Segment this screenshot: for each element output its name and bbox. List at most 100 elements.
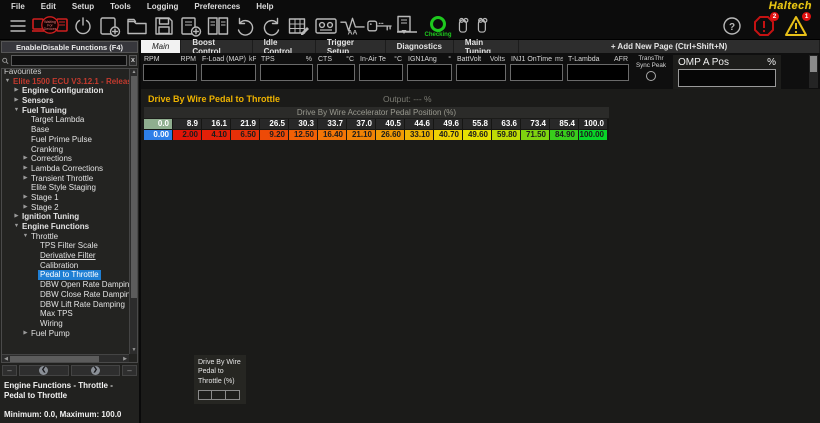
waveform-icon[interactable]: AA	[339, 13, 366, 39]
undo-icon[interactable]	[231, 13, 258, 39]
tab-diagnostics[interactable]: Diagnostics	[386, 40, 453, 53]
tree-item-throttle[interactable]: ▼Throttle	[2, 232, 129, 242]
compare-pages-icon[interactable]	[204, 13, 231, 39]
value-cell[interactable]: 9.20	[260, 130, 288, 140]
waiting-for-devices-icon[interactable]: WaitingForDevices	[31, 13, 69, 39]
scroll-right-icon[interactable]: ▶	[121, 355, 129, 363]
new-page-icon[interactable]	[96, 13, 123, 39]
tree-item-base[interactable]: Base	[2, 125, 129, 135]
axis-cell[interactable]: 40.5	[376, 119, 404, 129]
mini-table-cell[interactable]	[198, 390, 212, 400]
value-cell[interactable]: 33.10	[405, 130, 433, 140]
axis-cell[interactable]: 30.3	[289, 119, 317, 129]
tree-collapsed-icon[interactable]: ▶	[13, 86, 20, 96]
value-cell[interactable]: 59.80	[492, 130, 520, 140]
gauge-tps[interactable]: TPS%	[260, 55, 313, 89]
send-to-device-icon[interactable]	[393, 13, 420, 39]
gauge-cts[interactable]: CTS°C	[317, 55, 355, 89]
menu-file[interactable]: File	[3, 2, 33, 11]
export-file-icon[interactable]	[177, 13, 204, 39]
gauge-battvolt[interactable]: BattVoltVolts	[456, 55, 506, 89]
axis-cell[interactable]: 49.6	[434, 119, 462, 129]
tab-trigger-setup[interactable]: Trigger Setup	[316, 40, 385, 53]
tree-item-corrections[interactable]: ▶Corrections	[2, 154, 129, 164]
tree-item-max-tps[interactable]: Max TPS	[2, 309, 129, 319]
tree-item-engine-configuration[interactable]: ▶Engine Configuration	[2, 86, 129, 96]
axis-cell[interactable]: 26.5	[260, 119, 288, 129]
tab-idle-control[interactable]: Idle Control	[253, 40, 315, 53]
value-cell[interactable]: 6.50	[231, 130, 259, 140]
tree-item-engine-functions[interactable]: ▼Engine Functions	[2, 222, 129, 232]
mini-table-cell[interactable]	[212, 390, 226, 400]
search-input[interactable]	[11, 55, 127, 66]
stop-alert-icon[interactable]: 2	[752, 14, 776, 38]
menu-setup[interactable]: Setup	[64, 2, 102, 11]
gauge-in-air-te[interactable]: In-Air Te°C	[359, 55, 403, 89]
mini-table-cell[interactable]	[226, 390, 240, 400]
value-cell[interactable]: 84.90	[550, 130, 578, 140]
tree-item-sensors[interactable]: ▶Sensors	[2, 96, 129, 106]
checking-status-icon[interactable]: Checking	[420, 13, 456, 39]
navigate-back-button[interactable]: ❮	[19, 365, 69, 376]
tree-collapsed-icon[interactable]: ▶	[22, 174, 29, 184]
tree-item-fuel-pump[interactable]: ▶Fuel Pump	[2, 329, 129, 339]
device-module-icon[interactable]	[312, 13, 339, 39]
axis-cell[interactable]: 16.1	[202, 119, 230, 129]
menu-edit[interactable]: Edit	[33, 2, 64, 11]
tree-item-dbw-close-rate-damping[interactable]: DBW Close Rate Damping	[2, 290, 129, 300]
scroll-thumb[interactable]	[810, 56, 817, 72]
tree-horizontal-scrollbar[interactable]: ◀ ▶	[2, 354, 129, 362]
value-cell[interactable]: 40.70	[434, 130, 462, 140]
tree-item-elite-style-staging[interactable]: Elite Style Staging	[2, 183, 129, 193]
value-cell[interactable]: 16.40	[318, 130, 346, 140]
tree-expanded-icon[interactable]: ▼	[13, 222, 20, 232]
tree-item-dbw-open-rate-damping[interactable]: DBW Open Rate Damping	[2, 280, 129, 290]
tree-expanded-icon[interactable]: ▼	[13, 106, 20, 116]
axis-cell[interactable]: 8.9	[173, 119, 201, 129]
tree-item-dbw-lift-rate-damping[interactable]: DBW Lift Rate Damping	[2, 300, 129, 310]
tab-main[interactable]: Main	[141, 40, 180, 53]
tree-collapsed-icon[interactable]: ▶	[22, 329, 29, 339]
scroll-up-icon[interactable]: ▲	[130, 69, 138, 76]
axis-cell[interactable]: 55.8	[463, 119, 491, 129]
strip-vertical-scrollbar[interactable]	[809, 55, 818, 88]
tree-item-stage-1[interactable]: ▶Stage 1	[2, 193, 129, 203]
tab-boost-control[interactable]: Boost Control	[181, 40, 251, 53]
tree-item-derivative-filter[interactable]: Derivative Filter	[2, 251, 129, 261]
gauge-rpm[interactable]: RPMRPM	[143, 55, 197, 89]
tree-item-ignition-tuning[interactable]: ▶Ignition Tuning	[2, 212, 129, 222]
value-cell[interactable]: 12.50	[289, 130, 317, 140]
value-cell[interactable]: 21.10	[347, 130, 375, 140]
menu-tools[interactable]: Tools	[102, 2, 139, 11]
tree-collapsed-icon[interactable]: ▶	[13, 96, 20, 106]
tree-item-lambda-corrections[interactable]: ▶Lambda Corrections	[2, 164, 129, 174]
value-cell[interactable]: 100.00	[579, 130, 607, 140]
tree-item-elite-1500-ecu-v3-12-1-release[interactable]: ▼Elite 1500 ECU V3.12.1 - Release	[2, 77, 129, 87]
tree-collapsed-icon[interactable]: ▶	[22, 154, 29, 164]
gauge-f-load-map-[interactable]: F-Load (MAP)kPa	[201, 55, 256, 89]
scroll-down-icon[interactable]: ▼	[130, 347, 138, 354]
tree-item-cranking[interactable]: Cranking	[2, 145, 129, 155]
add-new-page-tab[interactable]: + Add New Page (Ctrl+Shift+N)	[519, 40, 819, 53]
menu-help[interactable]: Help	[248, 2, 281, 11]
tree-item-transient-throttle[interactable]: ▶Transient Throttle	[2, 174, 129, 184]
tree-item-calibration[interactable]: Calibration	[2, 261, 129, 271]
axis-cell[interactable]: 85.4	[550, 119, 578, 129]
tree-item-fuel-tuning[interactable]: ▼Fuel Tuning	[2, 106, 129, 116]
can-devices-icon[interactable]	[456, 13, 494, 39]
axis-cell[interactable]: 63.6	[492, 119, 520, 129]
tree-item-wiring[interactable]: Wiring	[2, 319, 129, 329]
axis-cell[interactable]: 0.0	[144, 119, 172, 129]
value-cell[interactable]: 4.10	[202, 130, 230, 140]
tree-item-fuel-prime-pulse[interactable]: Fuel Prime Pulse	[2, 135, 129, 145]
key-password-icon[interactable]: •••	[366, 13, 393, 39]
tree-vertical-scrollbar[interactable]: ▲ ▼	[129, 69, 137, 354]
tree-expanded-icon[interactable]: ▼	[22, 232, 29, 242]
collapse-right-button[interactable]: ‒	[122, 365, 137, 376]
tree-item-tps-filter-scale[interactable]: TPS Filter Scale	[2, 241, 129, 251]
scroll-thumb[interactable]	[10, 356, 99, 362]
save-icon[interactable]	[150, 13, 177, 39]
favourites-label[interactable]: Favourites	[2, 69, 129, 77]
tab-main-tuning[interactable]: Main Tuning	[454, 40, 518, 53]
open-folder-icon[interactable]	[123, 13, 150, 39]
